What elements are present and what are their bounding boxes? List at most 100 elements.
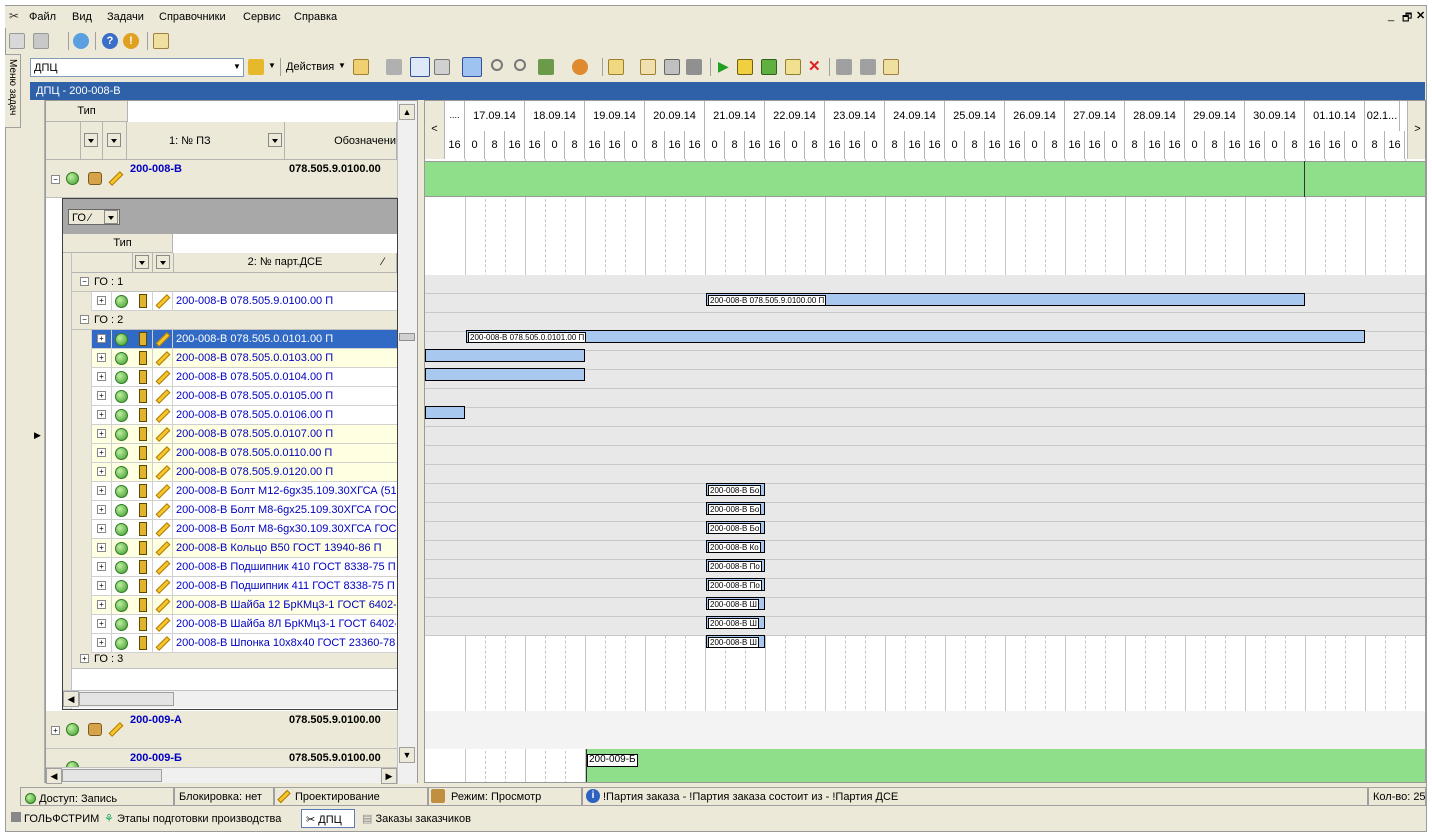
part-label[interactable]: 200-008-В Подшипник 411 ГОСТ 8338-75 П bbox=[176, 580, 396, 592]
gantt-bar[interactable]: 200-008-В 078.505.0.0101.00 П bbox=[466, 330, 1365, 343]
list-item[interactable]: +200-008-В Болт М8-6gх25.109.30ХГСА ГОС.… bbox=[72, 501, 397, 520]
filter-dropdown[interactable] bbox=[268, 133, 282, 147]
gantt-bar[interactable] bbox=[425, 368, 585, 381]
flag-icon[interactable] bbox=[836, 59, 852, 75]
list-item[interactable]: +200-008-В 078.505.0.0110.00 П bbox=[72, 444, 397, 463]
scroll-left-icon[interactable]: ◀ bbox=[46, 768, 62, 784]
list-item[interactable]: +200-008-В 078.505.0.0105.00 П bbox=[72, 387, 397, 406]
header-oboz[interactable]: Обозначени bbox=[285, 122, 397, 160]
chevron-down-icon[interactable]: ▼ bbox=[338, 61, 346, 70]
menu-view[interactable]: Вид bbox=[72, 11, 92, 23]
list-item[interactable]: +200-008-В Кольцо В50 ГОСТ 13940-86 П bbox=[72, 539, 397, 558]
table-row[interactable]: + 200-009-А 078.505.9.0100.00 bbox=[46, 711, 397, 749]
part-label[interactable]: 200-008-В Болт М8-6gх25.109.30ХГСА ГОС..… bbox=[176, 504, 396, 516]
part-label[interactable]: 200-008-В 078.505.0.0107.00 П bbox=[176, 428, 396, 440]
expand-arrow-icon[interactable]: ▶ bbox=[34, 430, 41, 441]
part-label[interactable]: 200-008-В Болт М8-6gх30.109.30ХГСА ГОС..… bbox=[176, 523, 396, 535]
doc-copy-icon[interactable] bbox=[761, 59, 777, 75]
gantt-bar[interactable] bbox=[425, 406, 465, 419]
edit-pencil-icon[interactable] bbox=[108, 171, 124, 186]
expand-toggle[interactable]: + bbox=[51, 726, 60, 735]
scroll-prev-icon[interactable]: < bbox=[425, 101, 445, 159]
menu-tasks[interactable]: Задачи bbox=[107, 11, 144, 23]
chevron-down-icon[interactable]: ▼ bbox=[268, 61, 276, 70]
restore-icon[interactable]: 🗗 bbox=[1402, 9, 1412, 28]
paste-icon[interactable] bbox=[386, 59, 402, 75]
gantt-bar[interactable] bbox=[425, 349, 585, 362]
horizontal-scrollbar[interactable]: ◀ ▶ bbox=[46, 767, 397, 784]
gantt-bar[interactable]: 200-008-В Ш bbox=[706, 616, 765, 629]
list-item[interactable]: +200-008-В 078.505.9.0120.00 П bbox=[72, 463, 397, 482]
list-item[interactable]: +200-008-В 078.505.0.0107.00 П bbox=[72, 425, 397, 444]
part-label[interactable]: 200-008-В 078.505.0.0104.00 П bbox=[176, 371, 396, 383]
filter-dropdown[interactable] bbox=[156, 255, 170, 269]
find-next-icon[interactable] bbox=[514, 59, 526, 71]
list-item[interactable]: +200-008-В Шайба 8Л БрКМц3-1 ГОСТ 6402-.… bbox=[72, 615, 397, 634]
actions-menu[interactable]: Действия bbox=[286, 61, 334, 73]
menu-help[interactable]: Справка bbox=[294, 11, 337, 23]
filter-dropdown[interactable] bbox=[104, 210, 118, 224]
delete-icon[interactable]: ✕ bbox=[808, 57, 821, 75]
key-icon[interactable] bbox=[248, 59, 264, 75]
chevron-down-icon[interactable]: ▼ bbox=[233, 62, 241, 71]
docs-icon[interactable] bbox=[608, 59, 624, 75]
panel-splitter[interactable]: ▶ bbox=[30, 100, 45, 783]
list-item[interactable]: +200-008-В Шпонка 10х8х40 ГОСТ 23360-78 bbox=[72, 634, 397, 653]
filter-dropdown[interactable] bbox=[135, 255, 149, 269]
stop-icon[interactable] bbox=[686, 59, 702, 75]
doc-add-icon[interactable] bbox=[737, 59, 753, 75]
list-item[interactable]: +200-008-В 078.505.0.0106.00 П bbox=[72, 406, 397, 425]
part-label[interactable]: 200-008-В Кольцо В50 ГОСТ 13940-86 П bbox=[176, 542, 396, 554]
vertical-scrollbar[interactable]: ▲ ▼ bbox=[397, 101, 417, 784]
close-icon[interactable]: ✕ bbox=[1416, 9, 1425, 22]
header-type[interactable]: Тип bbox=[63, 234, 173, 253]
scroll-right-icon[interactable]: ▶ bbox=[381, 768, 397, 784]
header-type[interactable]: Тип bbox=[46, 101, 128, 122]
menu-references[interactable]: Справочники bbox=[159, 11, 226, 23]
expand-toggle[interactable]: + bbox=[80, 654, 89, 663]
gantt-bar[interactable]: 200-008-В По bbox=[706, 578, 765, 591]
tab-customer-orders[interactable]: ▤ Заказы заказчиков bbox=[358, 809, 498, 828]
part-label[interactable]: 200-008-В Шайба 12 БрКМц3-1 ГОСТ 6402-..… bbox=[176, 599, 396, 611]
scroll-left-icon[interactable]: ◀ bbox=[63, 691, 79, 707]
list-item[interactable]: +200-008-В Шайба 12 БрКМц3-1 ГОСТ 6402-.… bbox=[72, 596, 397, 615]
minimize-icon[interactable]: _ bbox=[1388, 10, 1394, 22]
part-label[interactable]: 200-008-В 078.505.9.0120.00 П bbox=[176, 466, 396, 478]
exit-icon[interactable] bbox=[153, 33, 169, 49]
search-icon[interactable] bbox=[491, 59, 503, 71]
part-label[interactable]: 200-008-В 078.505.0.0101.00 П bbox=[176, 333, 396, 345]
edit-doc-icon[interactable] bbox=[640, 59, 656, 75]
list-item[interactable]: +200-008-В Подшипник 410 ГОСТ 8338-75 П bbox=[72, 558, 397, 577]
list-item[interactable]: +200-008-В Подшипник 411 ГОСТ 8338-75 П bbox=[72, 577, 397, 596]
list-item[interactable]: +200-008-В Болт М12-6gх35.109.30ХГСА (51… bbox=[72, 482, 397, 501]
header-part[interactable]: 2: № парт.ДСЕ ⁄ bbox=[174, 253, 397, 273]
logout-icon[interactable] bbox=[883, 59, 899, 75]
filter-icon[interactable] bbox=[538, 59, 554, 75]
header-pz[interactable]: 1: № ПЗ bbox=[127, 122, 285, 160]
flag-remove-icon[interactable] bbox=[860, 59, 876, 75]
gantt-bar[interactable]: 200-008-В 078.505.9.0100.00 П bbox=[706, 293, 1305, 306]
part-label[interactable]: 200-008-В 078.505.0.0103.00 П bbox=[176, 352, 396, 364]
part-label[interactable]: 200-008-В Болт М12-6gх35.109.30ХГСА (51.… bbox=[176, 485, 396, 497]
gantt-bar[interactable]: 200-008-В Ко bbox=[706, 540, 765, 553]
gantt-bar[interactable]: 200-008-В По bbox=[706, 559, 765, 572]
table-row[interactable]: − 200-008-В 078.505.9.0100.00 bbox=[46, 160, 397, 198]
copy-icon[interactable] bbox=[353, 59, 369, 75]
gantt-bar[interactable]: 200-008-В Бо bbox=[706, 521, 765, 534]
doc-edit-icon[interactable] bbox=[785, 59, 801, 75]
windows-icon[interactable] bbox=[9, 33, 25, 49]
part-label[interactable]: 200-008-В Подшипник 410 ГОСТ 8338-75 П bbox=[176, 561, 396, 573]
export-icon[interactable] bbox=[572, 59, 588, 75]
part-label[interactable]: 200-008-В 078.505.0.0105.00 П bbox=[176, 390, 396, 402]
group-row[interactable]: − ГО : 1 bbox=[72, 273, 397, 292]
scroll-down-icon[interactable]: ▼ bbox=[399, 747, 415, 763]
gantt-bar[interactable]: 200-008-В Ш bbox=[706, 597, 765, 610]
pz-number[interactable]: 200-008-В bbox=[130, 163, 182, 175]
tab-production-stages[interactable]: ⚘ Этапы подготовки производства bbox=[100, 809, 298, 828]
filter-dropdown[interactable] bbox=[84, 133, 98, 147]
collapse-toggle[interactable]: − bbox=[80, 315, 89, 324]
side-tab-menu[interactable]: Меню задач bbox=[5, 54, 21, 128]
play-icon[interactable]: ▶ bbox=[718, 58, 729, 75]
part-label[interactable]: 200-008-В 078.505.0.0110.00 П bbox=[176, 447, 396, 459]
refresh-icon[interactable] bbox=[73, 33, 89, 49]
